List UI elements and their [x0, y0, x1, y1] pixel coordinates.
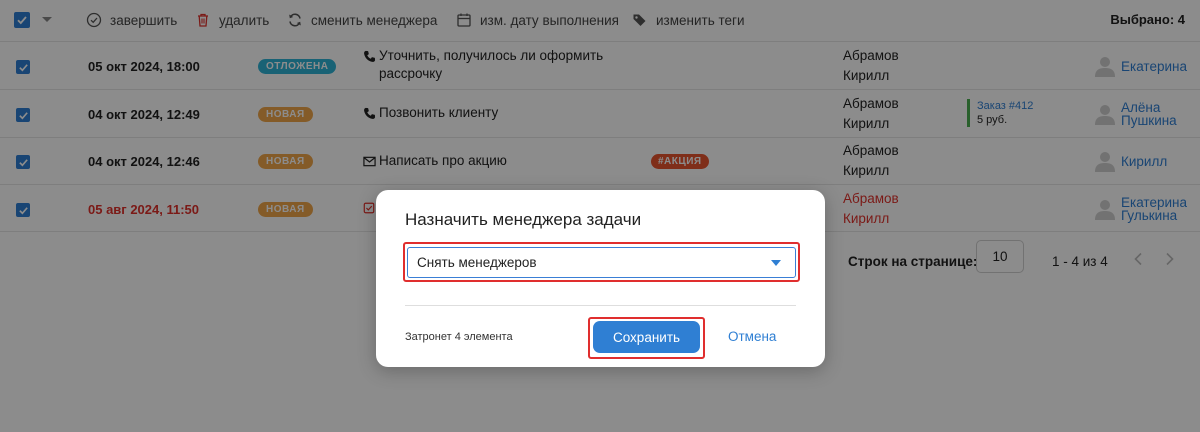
divider — [405, 305, 796, 306]
manager-select[interactable]: Снять менеджеров — [407, 247, 796, 278]
assign-manager-dialog: Назначить менеджера задачи Снять менедже… — [376, 190, 825, 367]
chevron-down-icon — [771, 260, 781, 266]
affected-count: Затронет 4 элемента — [405, 331, 513, 343]
save-button[interactable]: Сохранить — [593, 321, 700, 353]
dialog-title: Назначить менеджера задачи — [405, 210, 642, 229]
manager-select-value: Снять менеджеров — [417, 255, 537, 270]
cancel-button[interactable]: Отмена — [728, 329, 776, 344]
